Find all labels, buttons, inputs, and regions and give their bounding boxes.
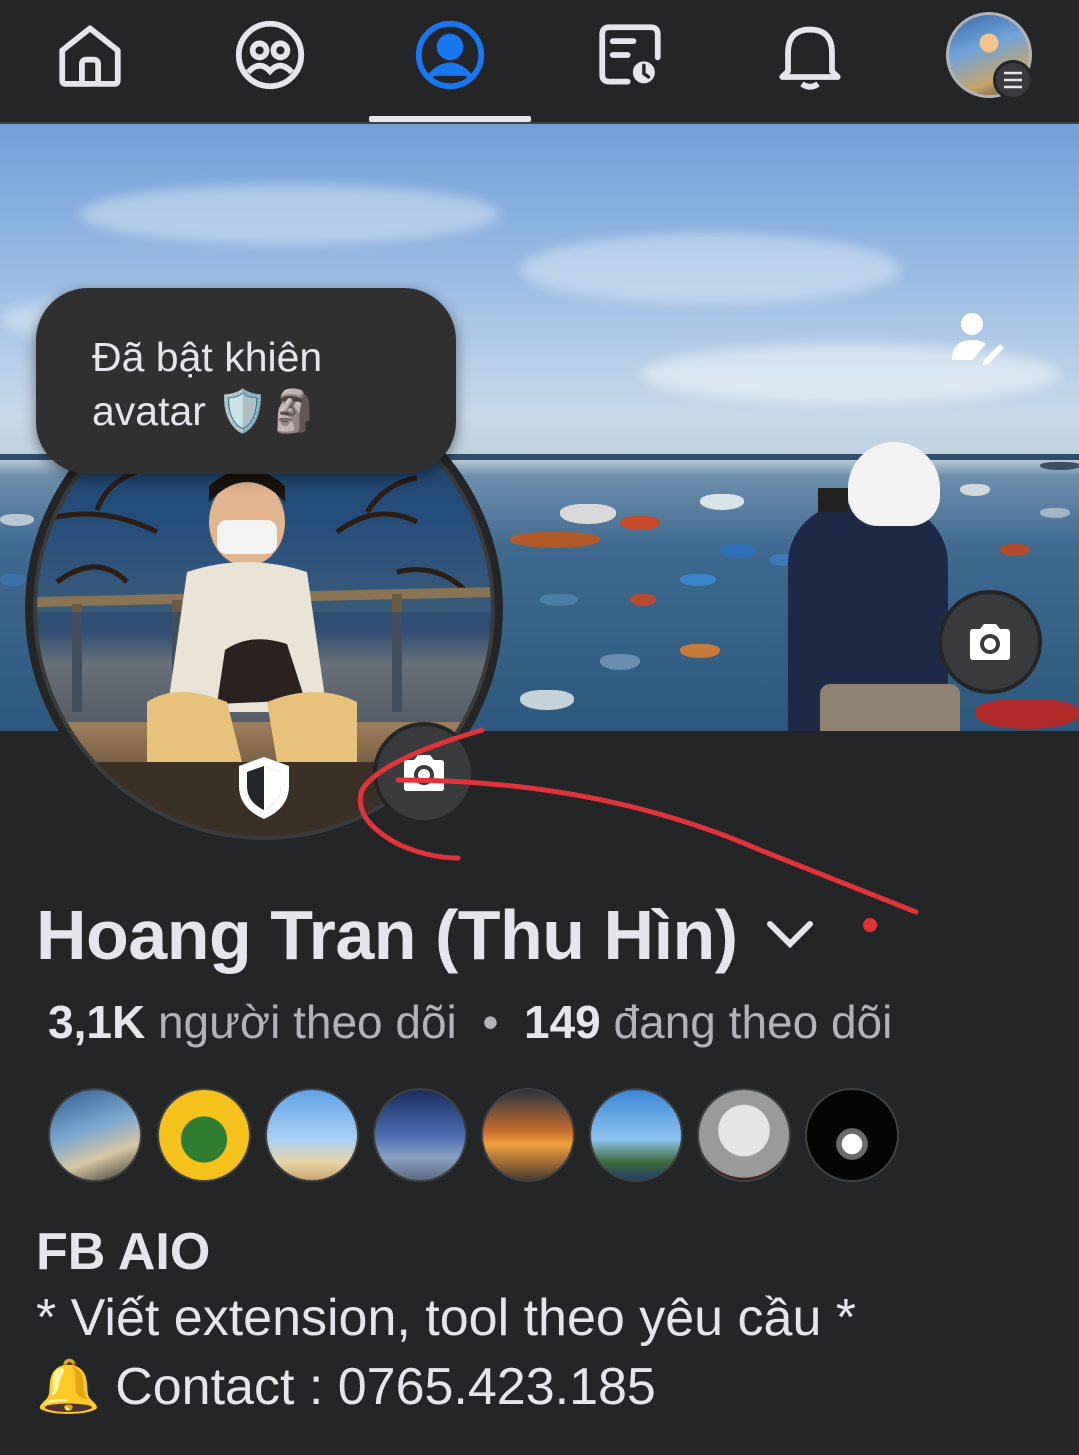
bell-icon: [779, 26, 841, 90]
bio-title: FB AIO: [36, 1223, 211, 1281]
chevron-down-icon[interactable]: [762, 907, 818, 963]
profile-name-row[interactable]: Hoang Tran (Thu Hìn): [36, 890, 818, 980]
nav-home-button[interactable]: [45, 10, 135, 100]
nav-feeds-button[interactable]: [585, 10, 675, 100]
profile-name: Hoang Tran (Thu Hìn): [36, 896, 738, 974]
follow-stats: 3,1K người theo dõi • 149 đang theo dõi: [48, 995, 892, 1049]
tooltip-text: Đã bật khiên avatar 🛡️🗿: [92, 334, 323, 434]
nav-profile-button[interactable]: [405, 10, 495, 100]
camera-icon: [970, 624, 1010, 660]
edit-profile-button[interactable]: [945, 304, 1011, 370]
profile-icon: [415, 20, 485, 90]
camera-icon: [404, 755, 444, 791]
bio-line-2: 🔔 Contact : 0765.423.185: [36, 1358, 656, 1416]
friend-avatar[interactable]: [157, 1088, 251, 1182]
avatar-camera-button[interactable]: [373, 722, 475, 824]
stats-separator: •: [482, 996, 499, 1048]
friend-avatar[interactable]: [589, 1088, 683, 1182]
active-tab-indicator: [369, 116, 531, 122]
top-navigation-bar: [0, 0, 1079, 124]
friends-icon: [235, 20, 305, 90]
nav-notifications-button[interactable]: [765, 10, 855, 100]
following-label[interactable]: đang theo dõi: [614, 996, 893, 1048]
followers-label[interactable]: người theo dõi: [158, 996, 457, 1048]
feeds-icon: [599, 24, 661, 87]
friend-avatar[interactable]: [373, 1088, 467, 1182]
cover-camera-button[interactable]: [938, 590, 1042, 694]
avatar-shield-icon: [232, 752, 296, 824]
following-count[interactable]: 149: [524, 996, 601, 1048]
friend-avatar[interactable]: [265, 1088, 359, 1182]
friend-avatar[interactable]: [697, 1088, 791, 1182]
friend-avatar[interactable]: [481, 1088, 575, 1182]
menu-icon: [993, 60, 1033, 100]
bio-line-1: * Viết extension, tool theo yêu cầu *: [36, 1289, 857, 1347]
home-icon: [59, 25, 121, 87]
friend-avatar[interactable]: [805, 1088, 899, 1182]
edit-profile-icon: [952, 313, 1004, 365]
followers-count[interactable]: 3,1K: [48, 996, 145, 1048]
friend-avatar[interactable]: [48, 1088, 142, 1182]
nav-friends-button[interactable]: [225, 10, 315, 100]
